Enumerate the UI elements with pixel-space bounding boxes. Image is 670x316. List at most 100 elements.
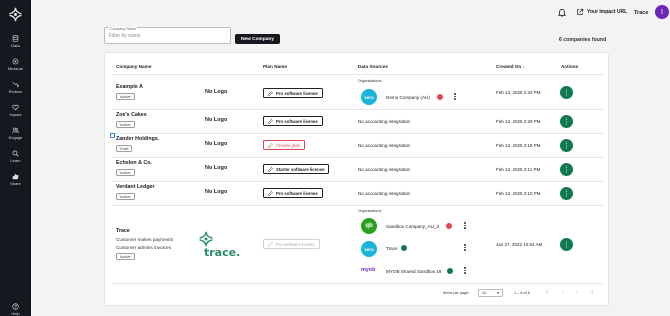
header-data-sources[interactable]: Data Sources [358,64,388,69]
org-menu-icon[interactable] [464,222,466,230]
sidebar-item-label: Learn [10,158,21,163]
sidebar-item-label: Share [10,181,21,186]
companies-count: 6 companies found [559,37,607,43]
selection-checkbox[interactable] [110,133,115,138]
trace-company-logo: trace. [197,231,240,261]
error-status-icon [437,94,443,100]
organisation-name: Sandbox Company_AU_2 [386,224,440,229]
plan-label: Pro software license [276,241,315,247]
edit-icon [268,190,273,196]
next-page-icon[interactable]: › [576,289,578,295]
header-actions: Actions [561,64,579,69]
sidebar-item-impact[interactable]: Impact [0,104,31,117]
created-date: Feb 13, 2025 2:29 PM [496,119,541,124]
row-actions-button[interactable] [560,238,573,251]
items-per-page-select[interactable]: 10 ▾ [478,289,503,297]
items-per-page-value: 10 [482,290,487,295]
company-name[interactable]: Trace [116,228,130,234]
plan-label: Choose plan [276,142,301,148]
sidebar-item-label: Engage [8,135,23,140]
sidebar-item-learn[interactable]: Learn [0,150,31,163]
user-name[interactable]: Trace [634,10,648,16]
company-name[interactable]: Zander Holdings. [116,136,159,142]
data-source-text: No accounting integration [358,191,411,196]
plan-button-disabled: Pro software license [263,239,320,249]
ok-status-icon [401,245,407,251]
last-page-icon[interactable]: ›| [590,289,593,295]
divider [112,133,603,134]
org-menu-icon[interactable] [464,244,466,252]
company-logo-placeholder: No Logo [205,141,228,147]
status-badge: Active [116,121,135,128]
sidebar-item-share[interactable]: Share [0,173,31,186]
organisations-label: Organisations [358,79,382,83]
pagination-range: 1 – 6 of 6 [514,291,530,295]
edit-icon [268,142,273,148]
companies-table: Company Name Plan Name Data Sources Crea… [104,52,609,306]
org-menu-icon[interactable] [464,267,466,275]
xero-logo-icon: xero [361,89,377,105]
row-actions-button[interactable] [560,115,573,128]
row-actions-button[interactable] [560,139,573,152]
company-name[interactable]: Verdant Ledger [116,184,155,190]
created-date: Jan 27, 2022 10:54 AM [496,242,543,247]
company-filter-field[interactable]: Company Name [104,27,231,44]
edit-icon [268,166,273,172]
sidebar-item-measure[interactable]: Measure [0,58,31,71]
notification-bell-icon[interactable] [558,8,566,17]
organisations-label: Organisations [358,209,382,213]
plan-button[interactable]: Pro software license [263,88,323,98]
avatar[interactable]: I [655,5,669,19]
company-note: Customer admins invoices [116,245,171,250]
row-actions-button[interactable] [560,163,573,176]
company-name[interactable]: Example A [116,84,143,90]
impact-url-link[interactable]: Your Impact URL [576,8,627,16]
plan-button[interactable]: Starter software license [263,164,330,174]
previous-page-icon[interactable]: ‹ [562,289,564,295]
sidebar-item-label: Impact [9,112,22,117]
status-badge: Active [116,253,135,260]
reduce-icon [12,82,19,87]
company-name[interactable]: Echelon & Co. [116,160,152,166]
measure-icon [12,58,19,65]
row-actions-button[interactable] [560,187,573,200]
header-created-on[interactable]: Created On ↓ [496,64,525,69]
created-date: Feb 13, 2025 2:10 PM [496,191,541,196]
edit-icon [268,90,273,96]
impact-url-label: Your Impact URL [587,9,628,15]
row-actions-button[interactable] [560,86,573,99]
quickbooks-logo-icon: qb [361,218,377,234]
sidebar-item-engage[interactable]: Engage [0,127,31,140]
chevron-down-icon: ▾ [496,290,499,295]
divider [112,205,603,206]
header-plan-name[interactable]: Plan Name [263,64,287,69]
edit-icon [268,118,273,124]
plan-button[interactable]: Pro software license [263,116,323,126]
header-company-name[interactable]: Company Name [116,64,151,69]
sidebar-item-help[interactable]: Help [0,303,31,316]
choose-plan-button[interactable]: Choose plan [263,140,306,150]
trace-leaf-icon [199,231,213,247]
trace-logo-icon[interactable] [8,7,23,22]
divider [112,74,603,75]
sidebar-item-reduce[interactable]: Reduce [0,81,31,94]
first-page-icon[interactable]: |‹ [546,289,549,295]
sidebar-item-label: Reduce [8,89,23,94]
myob-logo-icon: myob [361,267,376,273]
created-date: Feb 13, 2025 2:11 PM [496,167,541,172]
company-logo-placeholder: No Logo [205,89,228,95]
new-company-button[interactable]: New Company [235,34,280,44]
plan-label: Pro software license [276,90,318,96]
created-date: Feb 13, 2025 2:32 PM [496,90,541,95]
org-menu-icon[interactable] [454,93,456,101]
sidebar-item-data[interactable]: Data [0,35,31,48]
company-filter-input[interactable] [109,33,224,39]
plan-button[interactable]: Pro software license [263,188,323,198]
error-status-icon [446,223,452,229]
items-per-page-label: Items per page: [443,291,470,295]
company-name[interactable]: Zoe's Cakes [116,112,147,118]
heart-icon [12,104,19,111]
organisation-name: Trace [386,246,398,251]
divider [112,157,603,158]
data-source-text: No accounting integration [358,143,411,148]
